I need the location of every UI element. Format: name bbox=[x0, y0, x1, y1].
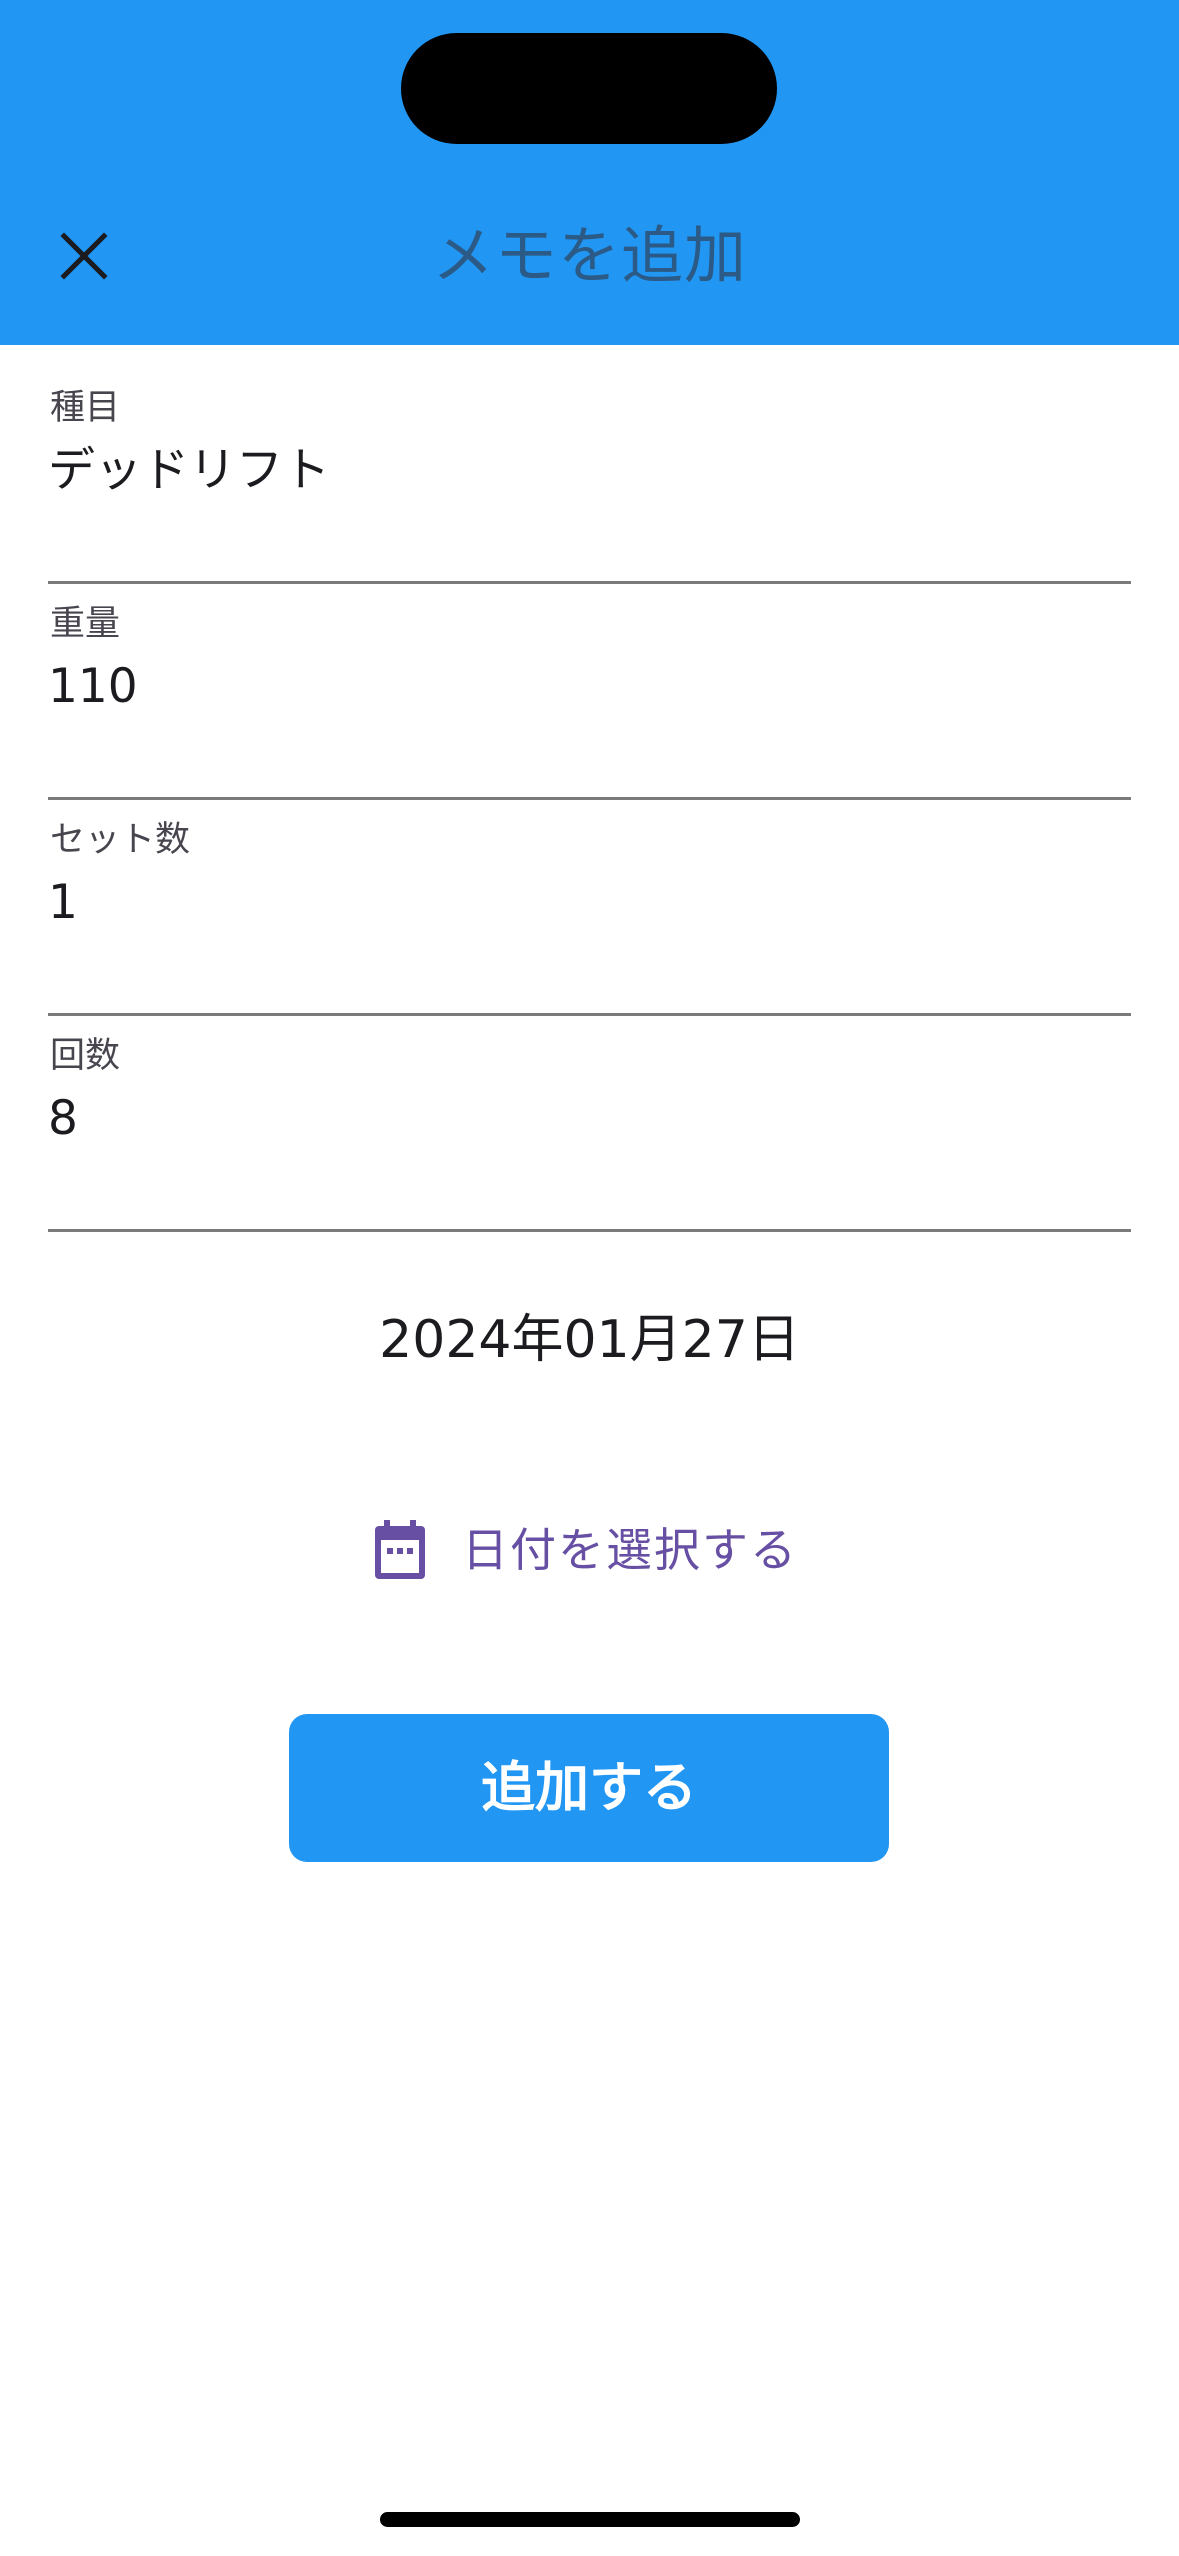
app-bar: メモを追加 bbox=[0, 0, 1179, 345]
reps-field[interactable]: 回数 bbox=[48, 1032, 1131, 1232]
exercise-label: 種目 bbox=[50, 388, 121, 428]
dynamic-island bbox=[401, 33, 777, 144]
sets-input[interactable] bbox=[48, 868, 1128, 938]
add-button[interactable]: 追加する bbox=[289, 1714, 889, 1862]
date-picker-button[interactable]: 日付を選択する bbox=[352, 1500, 822, 1600]
sets-field[interactable]: セット数 bbox=[48, 816, 1131, 1016]
sets-label: セット数 bbox=[50, 820, 191, 860]
selected-date: 2024年01月27日 bbox=[379, 1310, 800, 1370]
calendar-icon bbox=[375, 1520, 425, 1579]
exercise-input[interactable] bbox=[48, 436, 1128, 506]
home-indicator[interactable] bbox=[380, 2512, 800, 2527]
weight-input[interactable] bbox=[48, 652, 1128, 722]
date-picker-label: 日付を選択する bbox=[462, 1523, 798, 1577]
exercise-field[interactable]: 種目 bbox=[48, 384, 1131, 584]
reps-input[interactable] bbox=[48, 1084, 1128, 1154]
reps-label: 回数 bbox=[50, 1036, 121, 1076]
weight-label: 重量 bbox=[50, 604, 121, 644]
page-title: メモを追加 bbox=[431, 219, 747, 292]
weight-field[interactable]: 重量 bbox=[48, 600, 1131, 800]
